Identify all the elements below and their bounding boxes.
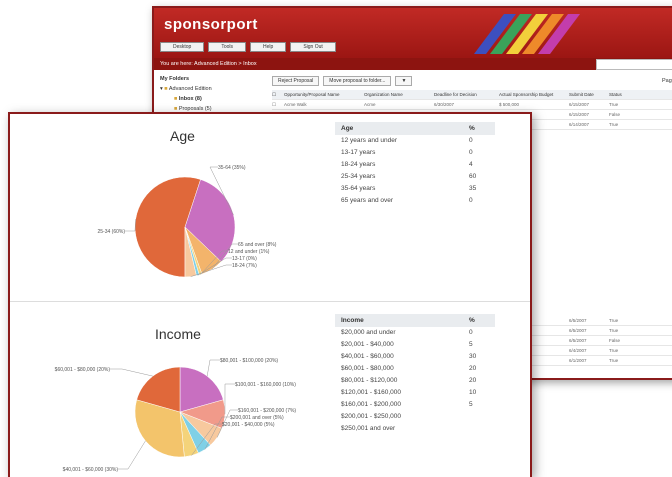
sidebar-item-inbox[interactable]: ■ Inbox (8)	[160, 96, 260, 102]
select-all-checkbox[interactable]: ☐	[272, 90, 284, 99]
reject-proposal-button[interactable]: Reject Proposal	[272, 76, 320, 86]
table-row: $40,001 - $60,000 30	[341, 353, 477, 360]
row-checkbox[interactable]: ☐	[272, 100, 284, 109]
income-leader-line	[110, 368, 153, 377]
income-slice-label: $200,001 and over (5%)	[230, 415, 284, 421]
column-header[interactable]: Actual Sponsorship Budget	[499, 90, 569, 99]
sidebar-title: My Folders	[160, 76, 190, 82]
income-slice-label: $40,001 - $60,000 (30%)	[63, 467, 119, 473]
table-row: $160,001 - $200,000 5	[341, 401, 473, 408]
nav-desktop[interactable]: Desktop	[160, 42, 205, 52]
sidebar-item-label: Inbox (8)	[178, 96, 202, 102]
column-header[interactable]: Deadline for Decision	[434, 90, 499, 99]
income-slice-label: $160,001 - $200,000 (7%)	[238, 408, 296, 414]
folder-icon: ■	[164, 86, 168, 92]
table-row: $80,001 - $120,000 20	[341, 377, 477, 384]
income-slice-label: $100,001 - $160,000 (10%)	[235, 382, 296, 388]
income-leader-line	[206, 359, 220, 377]
table-row: $60,001 - $80,000 20	[341, 365, 477, 372]
table-row: $200,001 - $250,000	[341, 413, 401, 420]
grid-toolbar: Reject Proposal Move proposal to folder.…	[272, 76, 413, 86]
nav-tools[interactable]: Tools	[208, 42, 247, 52]
income-table: Income% $20,000 and under 0 $20,001 - $40…	[335, 314, 495, 435]
column-header[interactable]: Organization Name	[364, 90, 434, 99]
column-header[interactable]: Opportunity/Proposal Name	[284, 90, 364, 99]
breadcrumb: You are here: Advanced Edition > Inbox	[154, 58, 672, 70]
page-label: Pag	[662, 78, 672, 84]
chevron-down-icon[interactable]: ▼	[395, 76, 413, 86]
sidebar-item-label: Advanced Edition	[168, 86, 212, 92]
income-slice-label: $80,001 - $100,000 (20%)	[220, 358, 278, 364]
app-logo[interactable]: sponsorport	[164, 16, 258, 33]
table-row: $250,001 and over	[341, 425, 396, 432]
grid-header: ☐ Opportunity/Proposal Name Organization…	[272, 90, 672, 100]
nav-help[interactable]: Help	[250, 42, 287, 52]
app-header: sponsorport Desktop Tools Help Sign Out	[154, 8, 672, 60]
main-nav: Desktop Tools Help Sign Out	[160, 42, 336, 52]
demographics-panel: Age 25-34 (60%) 35-64 (35%) 65 and over (8…	[8, 112, 532, 477]
table-row[interactable]: ☐ Acme Walk Acme 6/30/2007 $ 500,000 6/1…	[272, 100, 672, 110]
folder-sidebar: My Folders ▾ ■ Advanced Edition ■ Inbox …	[160, 76, 260, 116]
folder-icon: ■	[174, 96, 178, 102]
income-leader-line	[224, 383, 235, 415]
column-header[interactable]: Status	[609, 90, 649, 99]
brand-stripes	[474, 14, 580, 54]
income-slice-label: $20,001 - $40,000 (5%)	[222, 422, 275, 428]
move-to-folder-select[interactable]: Move proposal to folder...	[323, 76, 392, 86]
table-row: $20,001 - $40,000 5	[341, 341, 473, 348]
column-header[interactable]: Submit Date	[569, 90, 609, 99]
table-row: $120,001 - $160,000 10	[341, 389, 477, 396]
income-table-header: Income%	[335, 314, 495, 327]
table-row: $20,000 and under 0	[341, 329, 473, 336]
income-leader-line	[118, 440, 146, 470]
search-input[interactable]	[596, 59, 672, 70]
nav-sign-out[interactable]: Sign Out	[290, 42, 336, 52]
income-slice-label: $60,001 - $80,000 (20%)	[55, 367, 111, 373]
sidebar-item-advanced-edition[interactable]: ▾ ■ Advanced Edition	[160, 86, 260, 92]
